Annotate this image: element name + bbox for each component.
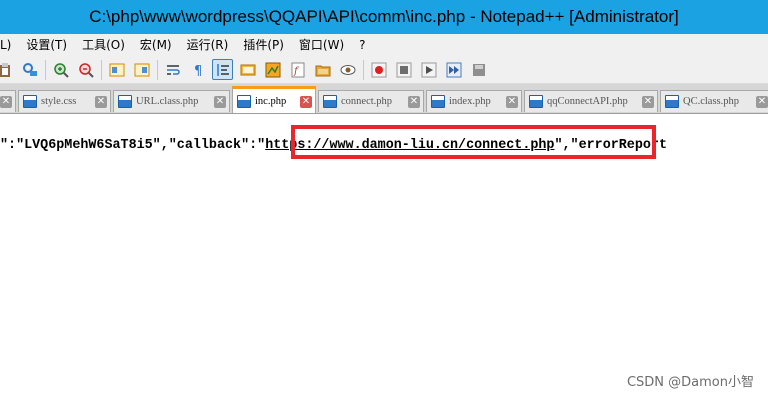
menu-bar: L) 设置(T) 工具(O) 宏(M) 运行(R) 插件(P) 窗口(W) ? — [0, 34, 768, 56]
window-title-bar: C:\php\www\wordpress\QQAPI\API\comm\inc.… — [0, 0, 768, 34]
tab-connect-php[interactable]: connect.php ✕ — [318, 90, 424, 112]
svg-text:¶: ¶ — [194, 64, 202, 78]
show-all-chars-icon[interactable]: ¶ — [187, 59, 208, 80]
tab-label: qqConnectAPI.php — [547, 96, 628, 107]
document-map-icon[interactable] — [262, 59, 283, 80]
tab-label: QC.class.php — [683, 96, 739, 107]
file-icon — [431, 95, 445, 108]
tab-qqconnectapi-php[interactable]: qqConnectAPI.php ✕ — [524, 90, 658, 112]
close-icon[interactable]: ✕ — [642, 95, 654, 108]
zoom-out-icon[interactable] — [75, 59, 96, 80]
watermark-text: CSDN @Damon小智 — [626, 375, 754, 390]
menu-item-run[interactable]: 运行(R) — [179, 34, 236, 56]
callback-url-link[interactable]: https://www.damon-liu.cn/connect.php — [265, 138, 554, 153]
close-icon[interactable]: ✕ — [0, 95, 12, 108]
playback-macro-icon[interactable] — [418, 59, 439, 80]
clipboard-icon[interactable] — [0, 59, 15, 80]
code-suffix: ","errorReport — [554, 138, 667, 153]
toolbar-separator — [157, 59, 158, 80]
toolbar-separator — [101, 59, 102, 80]
tab-label: index.php — [449, 96, 491, 107]
sync-horizontal-icon[interactable] — [131, 59, 152, 80]
toolbar: ¶ f — [0, 56, 768, 84]
toolbar-separator — [45, 59, 46, 80]
file-tab-bar: ✕ style.css ✕ URL.class.php ✕ inc.php ✕ … — [0, 84, 768, 114]
zoom-in-icon[interactable] — [50, 59, 71, 80]
indent-guide-icon[interactable] — [212, 59, 233, 80]
tab-label: URL.class.php — [136, 96, 199, 107]
file-icon — [665, 95, 679, 108]
close-icon[interactable]: ✕ — [95, 95, 107, 108]
function-list-icon[interactable]: f — [287, 59, 308, 80]
tab-label: inc.php — [255, 96, 287, 107]
stop-record-icon[interactable] — [393, 59, 414, 80]
window-title: C:\php\www\wordpress\QQAPI\API\comm\inc.… — [89, 7, 679, 26]
menu-item-macro[interactable]: 宏(M) — [132, 34, 179, 56]
tab-partial-hidden[interactable]: ✕ — [0, 90, 16, 112]
save-macro-icon[interactable] — [468, 59, 489, 80]
tab-style-css[interactable]: style.css ✕ — [18, 90, 111, 112]
run-macro-multiple-icon[interactable] — [443, 59, 464, 80]
menu-item-window[interactable]: 窗口(W) — [291, 34, 351, 56]
menu-item-tools[interactable]: 工具(O) — [74, 34, 132, 56]
sync-vertical-icon[interactable] — [106, 59, 127, 80]
find-replace-icon[interactable] — [19, 59, 40, 80]
close-icon[interactable]: ✕ — [408, 95, 420, 108]
file-icon — [529, 95, 543, 108]
file-icon — [237, 95, 251, 108]
file-icon — [323, 95, 337, 108]
user-language-icon[interactable] — [237, 59, 258, 80]
tab-label: style.css — [41, 96, 77, 107]
code-line[interactable]: ":"LVQ6pMehW6SaT8i5","callback":"https:/… — [0, 136, 768, 156]
menu-item-settings[interactable]: 设置(T) — [18, 34, 74, 56]
record-macro-icon[interactable] — [368, 59, 389, 80]
tab-label: connect.php — [341, 96, 393, 107]
word-wrap-icon[interactable] — [162, 59, 183, 80]
close-icon[interactable]: ✕ — [214, 95, 226, 108]
menu-item-language[interactable]: L) — [0, 34, 18, 56]
menu-item-plugins[interactable]: 插件(P) — [235, 34, 291, 56]
close-icon[interactable]: ✕ — [300, 95, 312, 108]
menu-item-help[interactable]: ? — [351, 34, 372, 56]
close-icon[interactable]: ✕ — [756, 95, 768, 108]
toolbar-separator — [363, 59, 364, 80]
file-icon — [23, 95, 37, 108]
tab-url-class-php[interactable]: URL.class.php ✕ — [113, 90, 230, 112]
tab-qc-class-php[interactable]: QC.class.php ✕ — [660, 90, 768, 112]
monitoring-eye-icon[interactable] — [337, 59, 358, 80]
file-icon — [118, 95, 132, 108]
tab-inc-php[interactable]: inc.php ✕ — [232, 86, 316, 113]
close-icon[interactable]: ✕ — [506, 95, 518, 108]
editor-area[interactable]: ":"LVQ6pMehW6SaT8i5","callback":"https:/… — [0, 114, 768, 400]
code-prefix: ":"LVQ6pMehW6SaT8i5","callback":" — [0, 138, 266, 153]
folder-workspace-icon[interactable] — [312, 59, 333, 80]
tab-index-php[interactable]: index.php ✕ — [426, 90, 522, 112]
